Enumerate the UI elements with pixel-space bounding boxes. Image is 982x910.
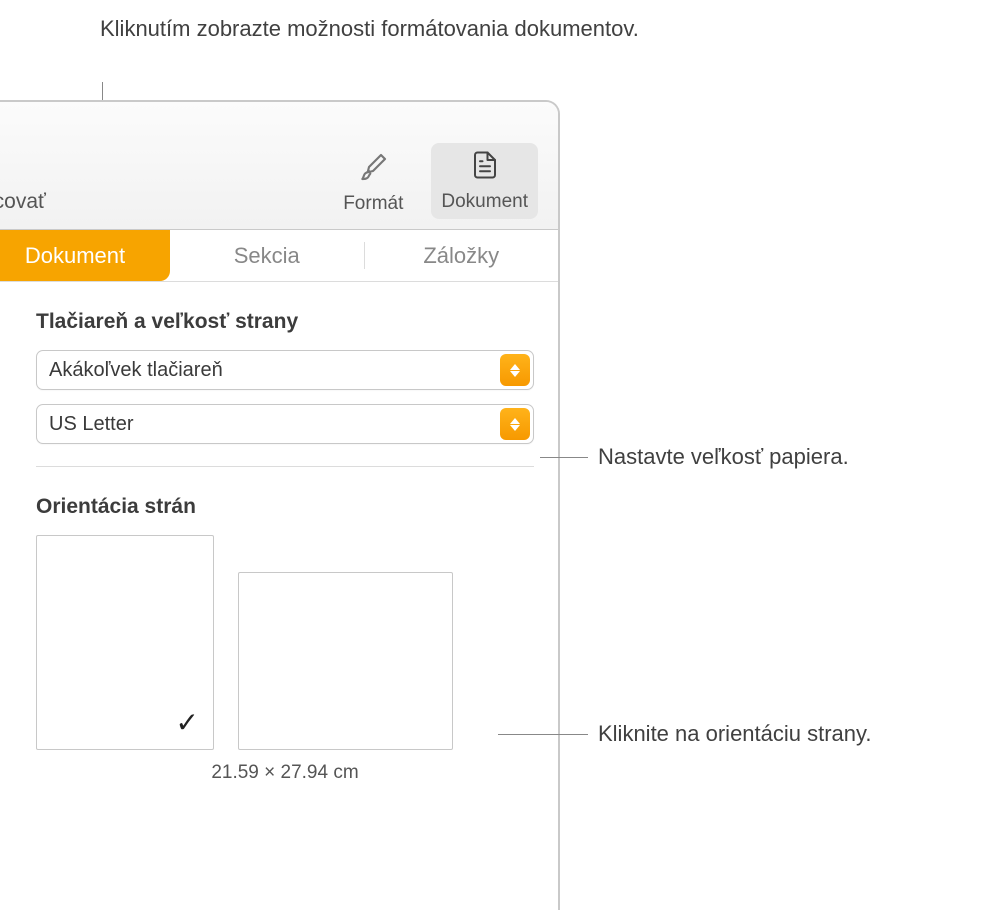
papersize-select-stepper-icon[interactable] <box>500 408 530 440</box>
document-button[interactable]: Dokument <box>431 143 538 219</box>
orientation-row: ✓ <box>36 535 534 750</box>
callout-leader-paper <box>540 457 588 458</box>
orientation-landscape-button[interactable] <box>238 572 453 750</box>
orientation-portrait-button[interactable]: ✓ <box>36 535 214 750</box>
format-button[interactable]: Formát <box>335 147 411 219</box>
panel-body: Tlačiareň a veľkosť strany Akákoľvek tla… <box>0 282 558 784</box>
toolbar: acovať Formát Dokument <box>0 102 558 230</box>
papersize-select[interactable]: US Letter <box>36 404 534 444</box>
page-dimensions-label: 21.59 × 27.94 cm <box>36 762 534 784</box>
chevron-up-icon <box>510 418 520 424</box>
printer-select-stepper-icon[interactable] <box>500 354 530 386</box>
papersize-select-row: US Letter <box>36 404 534 444</box>
section-divider <box>36 466 534 467</box>
orientation-section-title: Orientácia strán <box>36 495 534 519</box>
callout-leader-orientation <box>498 734 588 735</box>
document-icon <box>470 149 500 187</box>
papersize-select-value: US Letter <box>49 413 133 436</box>
panel-tabs: Dokument Sekcia Záložky <box>0 230 558 282</box>
toolbar-left-stub-label: acovať <box>0 190 46 219</box>
tab-section[interactable]: Sekcia <box>170 230 364 281</box>
printer-select-value: Akákoľvek tlačiareň <box>49 359 223 382</box>
callout-orientation-text: Kliknite na orientáciu strany. <box>598 721 872 747</box>
document-label: Dokument <box>441 191 528 213</box>
tab-document[interactable]: Dokument <box>0 230 170 281</box>
format-label: Formát <box>343 193 403 215</box>
checkmark-icon: ✓ <box>176 706 199 739</box>
chevron-down-icon <box>510 371 520 377</box>
printer-select[interactable]: Akákoľvek tlačiareň <box>36 350 534 390</box>
chevron-up-icon <box>510 364 520 370</box>
paintbrush-icon <box>357 151 389 189</box>
callout-paper-text: Nastavte veľkosť papiera. <box>598 444 849 470</box>
printer-select-row: Akákoľvek tlačiareň <box>36 350 534 390</box>
chevron-down-icon <box>510 425 520 431</box>
printer-section-title: Tlačiareň a veľkosť strany <box>36 310 534 334</box>
callout-top-text: Kliknutím zobrazte možnosti formátovania… <box>100 14 639 44</box>
tab-bookmarks[interactable]: Záložky <box>365 230 559 281</box>
document-inspector-panel: acovať Formát Dokument <box>0 100 560 910</box>
